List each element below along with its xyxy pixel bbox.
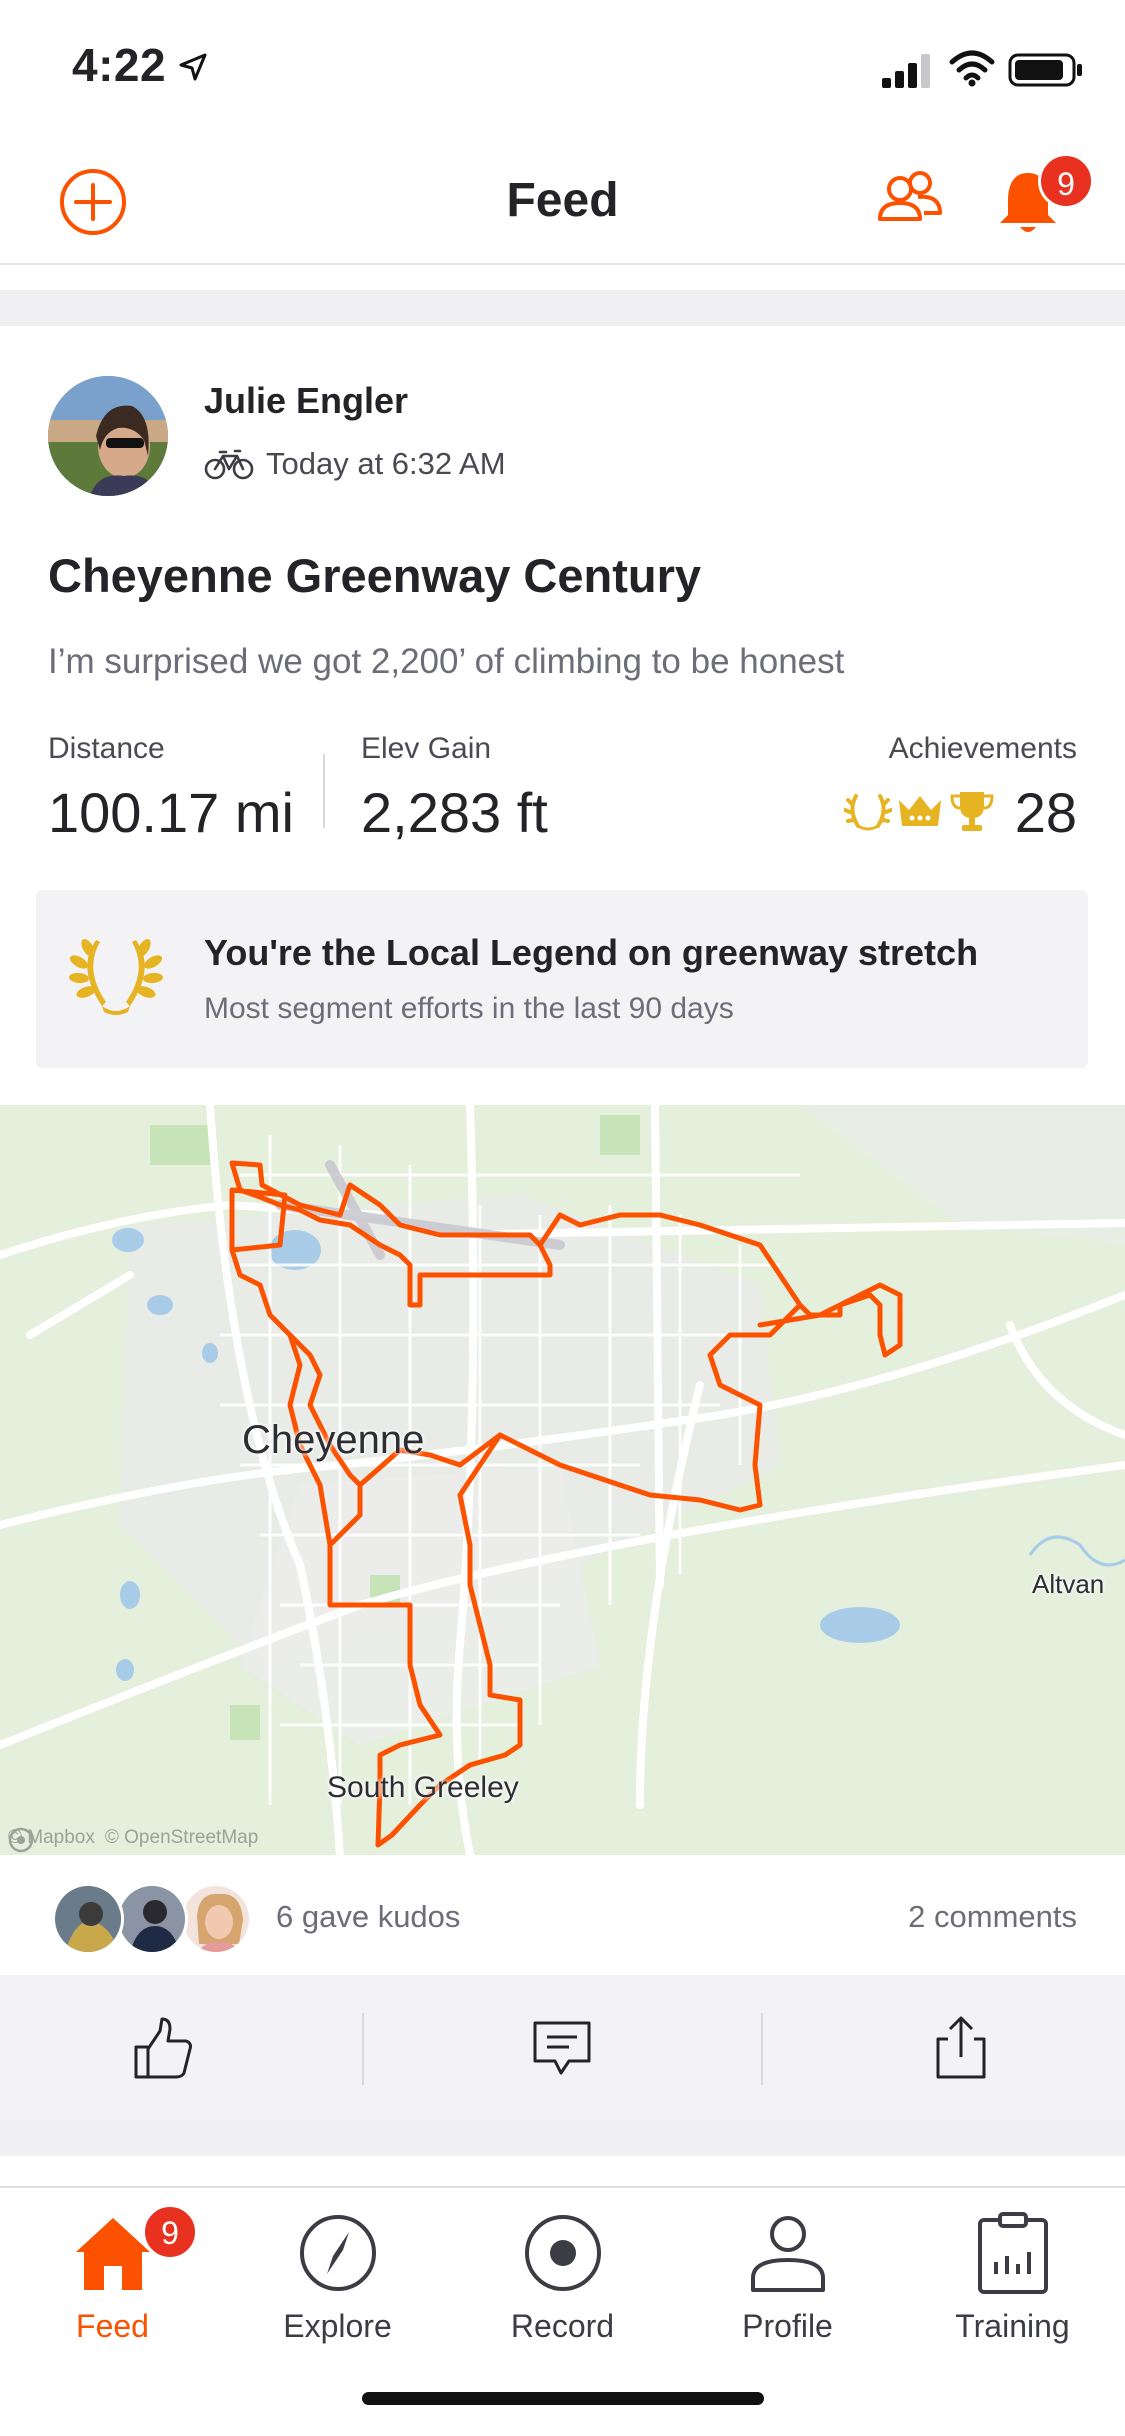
tab-training[interactable]: Training [900,2200,1125,2350]
kudos-row[interactable]: 6 gave kudos 2 comments [0,1855,1125,1975]
tab-explore[interactable]: Explore [225,2200,450,2350]
page-title: Feed [506,174,619,227]
tab-label: Explore [283,2308,392,2344]
find-friends-icon[interactable] [874,165,944,235]
comment-icon[interactable] [527,2013,597,2083]
trophy-icon [950,792,994,831]
athlete-avatar[interactable] [48,376,168,496]
osm-credit: © OpenStreetMap [104,1827,259,1848]
action-divider [761,2013,763,2085]
kudos-avatar [116,1883,188,1955]
tab-label: Feed [76,2308,149,2344]
stat-divider [323,754,325,828]
tab-record[interactable]: Record [450,2200,675,2350]
activity-title[interactable]: Cheyenne Greenway Century [48,548,701,603]
clipboard-chart-icon [978,2212,1048,2294]
activity-meta: Today at 6:32 AM [204,444,506,484]
record-icon [525,2215,601,2291]
home-icon [76,2218,150,2290]
kudos-thumbs-up-icon[interactable] [128,2013,198,2083]
action-divider [362,2013,364,2085]
map-label-south-greeley: South Greeley [327,1771,519,1804]
map-label-altvan: Altvan [1032,1569,1105,1599]
local-legend-banner[interactable]: You're the Local Legend on greenway stre… [36,890,1088,1068]
activity-description: I’m surprised we got 2,200’ of climbing … [48,642,845,681]
achievement-icons [844,788,1004,838]
elev-gain-label: Elev Gain [361,732,492,765]
cellular-signal-icon [882,54,930,88]
athlete-name[interactable]: Julie Engler [204,380,408,422]
route-map[interactable]: Cheyenne Altvan South Greeley © Mapbox ©… [0,1105,1125,1855]
kudos-count[interactable]: 6 gave kudos [276,1899,460,1935]
map-canvas [0,1105,1125,1855]
tab-label: Profile [742,2308,833,2344]
distance-value: 100.17 mi [48,781,294,844]
share-icon[interactable] [926,2013,996,2083]
distance-label: Distance [48,732,165,765]
status-bar: 4:22 [0,0,1125,135]
battery-icon [1008,53,1082,87]
laurel-icon [844,794,892,831]
local-legend-title: You're the Local Legend on greenway stre… [204,932,979,973]
map-attribution[interactable]: © Mapbox © OpenStreetMap [8,1827,259,1853]
bike-icon [204,449,254,480]
status-time: 4:22 [72,39,167,91]
wifi-icon [949,50,995,87]
kudos-avatar [180,1883,252,1955]
feed-separator [0,290,1125,326]
compass-icon [300,2215,376,2291]
tab-profile[interactable]: Profile [675,2200,900,2350]
feed-separator [0,2120,1125,2156]
map-label-cheyenne: Cheyenne [242,1418,425,1462]
mapbox-logo-icon [8,1827,34,1853]
kudos-avatar [52,1883,124,1955]
notification-badge: 9 [1038,153,1094,209]
tab-label: Training [955,2308,1070,2344]
local-legend-subtitle: Most segment efforts in the last 90 days [204,992,734,1025]
location-arrow-icon [179,53,207,81]
elev-gain-value: 2,283 ft [361,781,548,844]
activity-actions [0,1975,1125,2120]
comments-count[interactable]: 2 comments [908,1899,1077,1935]
person-icon [751,2216,825,2292]
home-indicator[interactable] [362,2392,764,2405]
feed-badge: 9 [142,2204,198,2260]
achievements-count: 28 [1014,781,1077,844]
tab-label: Record [510,2308,615,2344]
tab-feed[interactable]: 9 Feed [0,2200,225,2350]
crown-icon [899,796,941,826]
local-legend-laurel-icon [69,938,163,1015]
activity-timestamp: Today at 6:32 AM [266,446,506,481]
app-header: Feed 9 [0,135,1125,265]
achievements-label: Achievements [888,732,1077,765]
